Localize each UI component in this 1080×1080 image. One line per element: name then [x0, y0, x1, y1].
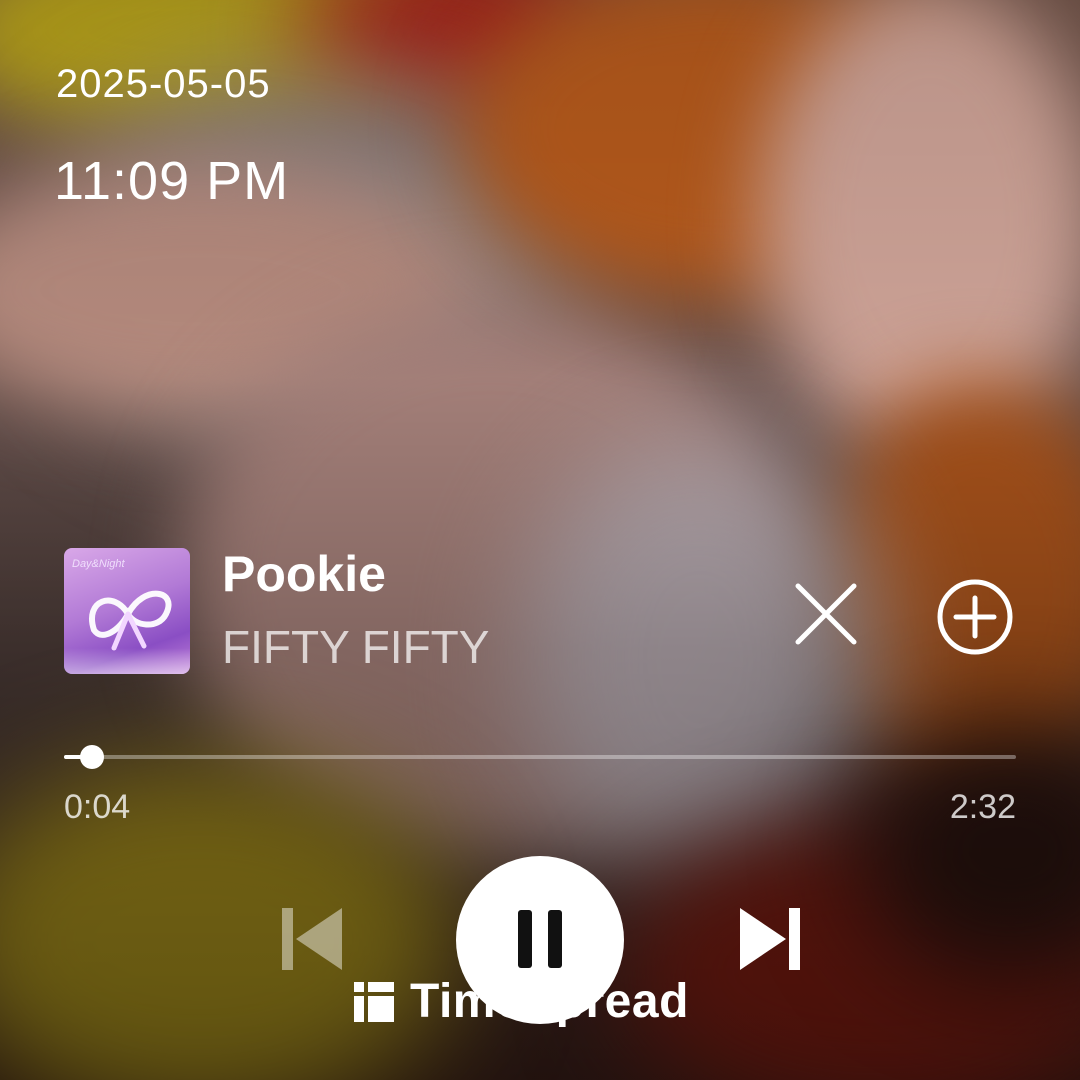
skip-next-icon — [740, 908, 800, 970]
pause-icon-bar — [548, 910, 562, 968]
next-track-button[interactable] — [738, 906, 802, 972]
total-time: 2:32 — [949, 788, 1016, 826]
progress-thumb[interactable] — [79, 745, 104, 769]
album-art[interactable]: Day&Night — [64, 548, 190, 674]
album-art-logo: Day&Night — [72, 558, 125, 570]
progress-bar[interactable] — [64, 745, 1016, 769]
track-title: Pookie — [222, 546, 386, 602]
date-label: 2025-05-05 — [56, 62, 271, 106]
track-artist: FIFTY FIFTY — [222, 621, 490, 673]
time-label: 11:09 PM — [54, 151, 290, 211]
close-button[interactable] — [792, 580, 860, 648]
brand-name: TimeSpread — [410, 975, 689, 1028]
brand-watermark: TimeSpread — [352, 974, 689, 1029]
add-to-library-button[interactable] — [936, 578, 1014, 656]
add-circle-icon — [937, 579, 1013, 655]
previous-track-button[interactable] — [280, 906, 344, 972]
timespread-logo-icon — [354, 981, 394, 1022]
skip-previous-icon — [282, 908, 342, 970]
elapsed-time: 0:04 — [64, 788, 131, 826]
ribbon-graphic — [89, 590, 172, 651]
pause-icon — [518, 910, 532, 968]
close-icon — [795, 583, 857, 645]
